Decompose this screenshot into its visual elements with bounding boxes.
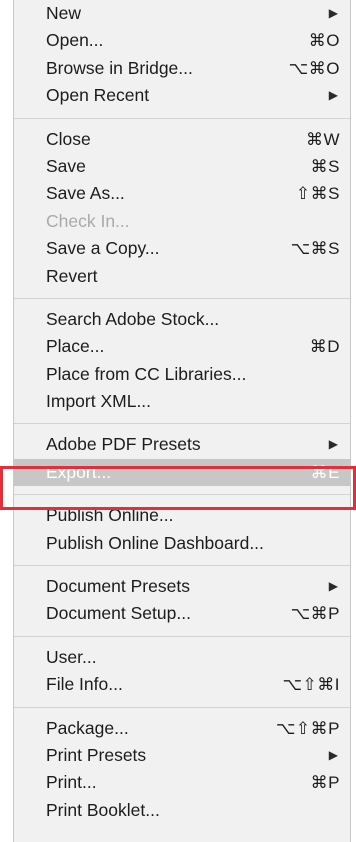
- menu-item-shortcut: ⌘S: [310, 156, 340, 176]
- menu-section: Adobe PDF Presets ▶ Export... ⌘E: [14, 431, 350, 487]
- menu-item-document-presets[interactable]: Document Presets ▶: [14, 573, 350, 600]
- menu-item-print-presets[interactable]: Print Presets ▶: [14, 742, 350, 769]
- menu-item-label: Save: [46, 155, 86, 176]
- menu-item-publish-online[interactable]: Publish Online...: [14, 502, 350, 529]
- menu-item-label: Print Booklet...: [46, 799, 160, 820]
- menu-item-label: Document Presets: [46, 576, 190, 597]
- menu-item-revert[interactable]: Revert: [14, 263, 350, 290]
- submenu-arrow-icon: ▶: [328, 437, 338, 452]
- menu-item-save-as[interactable]: Save As... ⇧⌘S: [14, 180, 350, 207]
- menu-item-label: Package...: [46, 717, 129, 738]
- menu-item-shortcut: ⌘W: [305, 129, 340, 149]
- menu-section: Publish Online... Publish Online Dashboar…: [14, 502, 350, 557]
- menu-item-label: User...: [46, 646, 97, 667]
- menu-item-export[interactable]: Export... ⌘E: [14, 458, 350, 487]
- menu-item-label: File Info...: [46, 674, 123, 695]
- menu-section: User... File Info... ⌥⇧⌘I: [14, 644, 350, 699]
- menu-item-label: Save a Copy...: [46, 238, 160, 259]
- menu-item-shortcut: ⌥⇧⌘I: [282, 675, 340, 695]
- menu-separator: [14, 635, 350, 637]
- menu-item-new[interactable]: New ▶: [14, 0, 350, 27]
- menu-item-label: Place...: [46, 336, 105, 357]
- menu-section: Package... ⌥⇧⌘P Print Presets ▶ Print... ⌘P Pr…: [14, 715, 350, 825]
- menu-separator: [14, 494, 350, 496]
- menu-item-close[interactable]: Close ⌘W: [14, 126, 350, 153]
- menu-item-shortcut: ⌘O: [308, 31, 340, 51]
- menu-section: Document Presets ▶ Document Setup... ⌥⌘P: [14, 573, 350, 628]
- menu-item-label: Browse in Bridge...: [46, 57, 193, 78]
- menu-item-shortcut: ⌘P: [310, 773, 340, 793]
- menu-item-save[interactable]: Save ⌘S: [14, 153, 350, 180]
- menu-item-label: Adobe PDF Presets: [46, 434, 201, 455]
- menu-separator: [14, 706, 350, 708]
- menu-item-label: Revert: [46, 265, 98, 286]
- menu-item-label: Publish Online Dashboard...: [46, 532, 264, 553]
- menu-item-print[interactable]: Print... ⌘P: [14, 769, 350, 796]
- menu-item-open-recent[interactable]: Open Recent ▶: [14, 82, 350, 109]
- menu-item-publish-online-dashboard[interactable]: Publish Online Dashboard...: [14, 530, 350, 557]
- menu-item-import-xml[interactable]: Import XML...: [14, 388, 350, 415]
- menu-item-place-from-cc-libraries[interactable]: Place from CC Libraries...: [14, 361, 350, 388]
- menu-item-label: Place from CC Libraries...: [46, 363, 247, 384]
- menu-item-package[interactable]: Package... ⌥⇧⌘P: [14, 715, 350, 742]
- menu-item-label: New: [46, 3, 82, 23]
- menu-item-open[interactable]: Open... ⌘O: [14, 27, 350, 54]
- menu-item-shortcut: ⌥⌘O: [288, 58, 340, 78]
- menu-separator: [14, 423, 350, 425]
- menu-item-browse-in-bridge[interactable]: Browse in Bridge... ⌥⌘O: [14, 55, 350, 82]
- menu-section: Search Adobe Stock... Place... ⌘D Place fro…: [14, 306, 350, 416]
- menu-item-check-in: Check In...: [14, 208, 350, 235]
- menu-item-adobe-pdf-presets[interactable]: Adobe PDF Presets ▶: [14, 431, 350, 458]
- menu-item-document-setup[interactable]: Document Setup... ⌥⌘P: [14, 600, 350, 627]
- menu-item-label: Print...: [46, 772, 97, 793]
- menu-separator: [14, 565, 350, 567]
- menu-item-label: Publish Online...: [46, 505, 174, 526]
- file-menu: New ▶ Open... ⌘O Browse in Bridge... ⌥⌘O Open …: [13, 0, 351, 842]
- menu-item-label: Document Setup...: [46, 603, 191, 624]
- menu-item-label: Search Adobe Stock...: [46, 308, 220, 329]
- menu-item-label: Close: [46, 128, 91, 149]
- menu-section: New ▶ Open... ⌘O Browse in Bridge... ⌥⌘O Open …: [14, 0, 350, 110]
- menu-item-label: Export...: [46, 461, 112, 482]
- menu-item-save-a-copy[interactable]: Save a Copy... ⌥⌘S: [14, 235, 350, 262]
- menu-item-user[interactable]: User...: [14, 644, 350, 671]
- menu-item-shortcut: ⌘E: [310, 462, 340, 482]
- menu-item-place[interactable]: Place... ⌘D: [14, 333, 350, 360]
- menu-item-label: Check In...: [46, 210, 130, 231]
- menu-item-shortcut: ⌥⇧⌘P: [275, 718, 340, 738]
- submenu-arrow-icon: ▶: [328, 88, 338, 103]
- submenu-arrow-icon: ▶: [328, 747, 338, 762]
- menu-item-shortcut: ⇧⌘S: [295, 184, 340, 204]
- menu-item-label: Open...: [46, 30, 104, 51]
- menu-item-shortcut: ⌥⌘P: [290, 604, 340, 624]
- submenu-arrow-icon: ▶: [328, 579, 338, 594]
- menu-item-label: Save As...: [46, 183, 125, 204]
- menu-section: Close ⌘W Save ⌘S Save As... ⇧⌘S Check In... Sav…: [14, 126, 350, 290]
- menu-item-file-info[interactable]: File Info... ⌥⇧⌘I: [14, 671, 350, 698]
- menu-separator: [14, 297, 350, 299]
- menu-item-shortcut: ⌥⌘S: [290, 239, 340, 259]
- menu-item-label: Open Recent: [46, 85, 150, 106]
- menu-separator: [14, 117, 350, 119]
- menu-item-search-adobe-stock[interactable]: Search Adobe Stock...: [14, 306, 350, 333]
- menu-item-label: Print Presets: [46, 744, 147, 765]
- menu-item-print-booklet[interactable]: Print Booklet...: [14, 797, 350, 824]
- menu-item-shortcut: ⌘D: [309, 337, 340, 357]
- submenu-arrow-icon: ▶: [328, 6, 338, 20]
- menu-item-label: Import XML...: [46, 391, 152, 412]
